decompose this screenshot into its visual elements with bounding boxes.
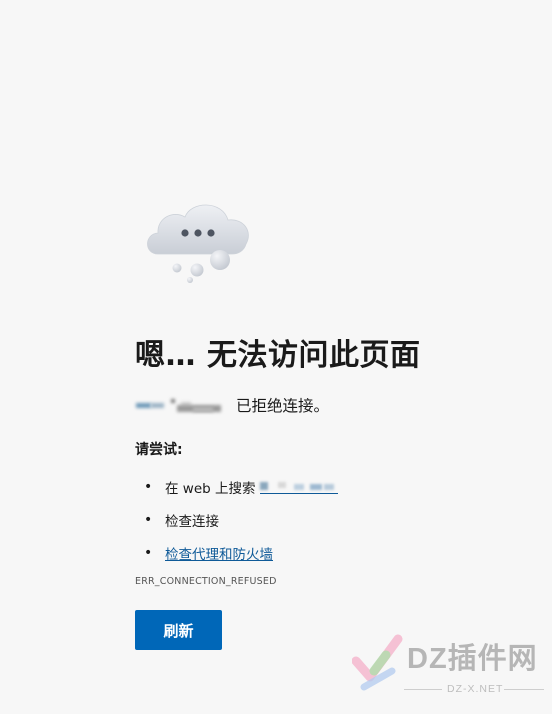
suggestion-item-search: • 在 web 上搜索: [135, 470, 338, 503]
watermark-rule-left: [404, 689, 442, 690]
refresh-button[interactable]: 刷新: [135, 610, 222, 650]
bullet-icon: •: [144, 544, 153, 561]
watermark-rule-right: [504, 689, 544, 690]
search-web-prefix: 在 web 上搜索: [165, 480, 256, 497]
suggestion-item-connection: • 检查连接: [135, 503, 338, 536]
try-label: 请尝试:: [135, 442, 183, 458]
cloud-error-icon: [140, 196, 256, 286]
suggestion-list: • 在 web 上搜索 • 检查连接 • 检查代理和防火墙: [135, 470, 338, 569]
check-connection-text: 检查连接: [165, 513, 219, 530]
bullet-icon: •: [144, 511, 153, 528]
search-web-link[interactable]: [259, 479, 338, 494]
connection-refused-message: 已拒绝连接。: [135, 394, 329, 416]
refused-text: 已拒绝连接。: [236, 397, 330, 415]
suggestion-item-proxy: • 检查代理和防火墙: [135, 536, 338, 569]
bullet-icon: •: [144, 478, 153, 495]
watermark-logo-icon: [352, 634, 403, 691]
watermark-brand: DZ插件网: [407, 643, 538, 675]
watermark-domain: DZ-X.NET: [447, 683, 504, 695]
redacted-hostname: [135, 395, 231, 415]
page-title: 嗯… 无法访问此页面: [135, 338, 421, 373]
watermark: DZ插件网 DZ-X.NET: [352, 631, 548, 699]
error-code: ERR_CONNECTION_REFUSED: [135, 576, 277, 587]
check-proxy-firewall-link[interactable]: 检查代理和防火墙: [165, 543, 273, 563]
